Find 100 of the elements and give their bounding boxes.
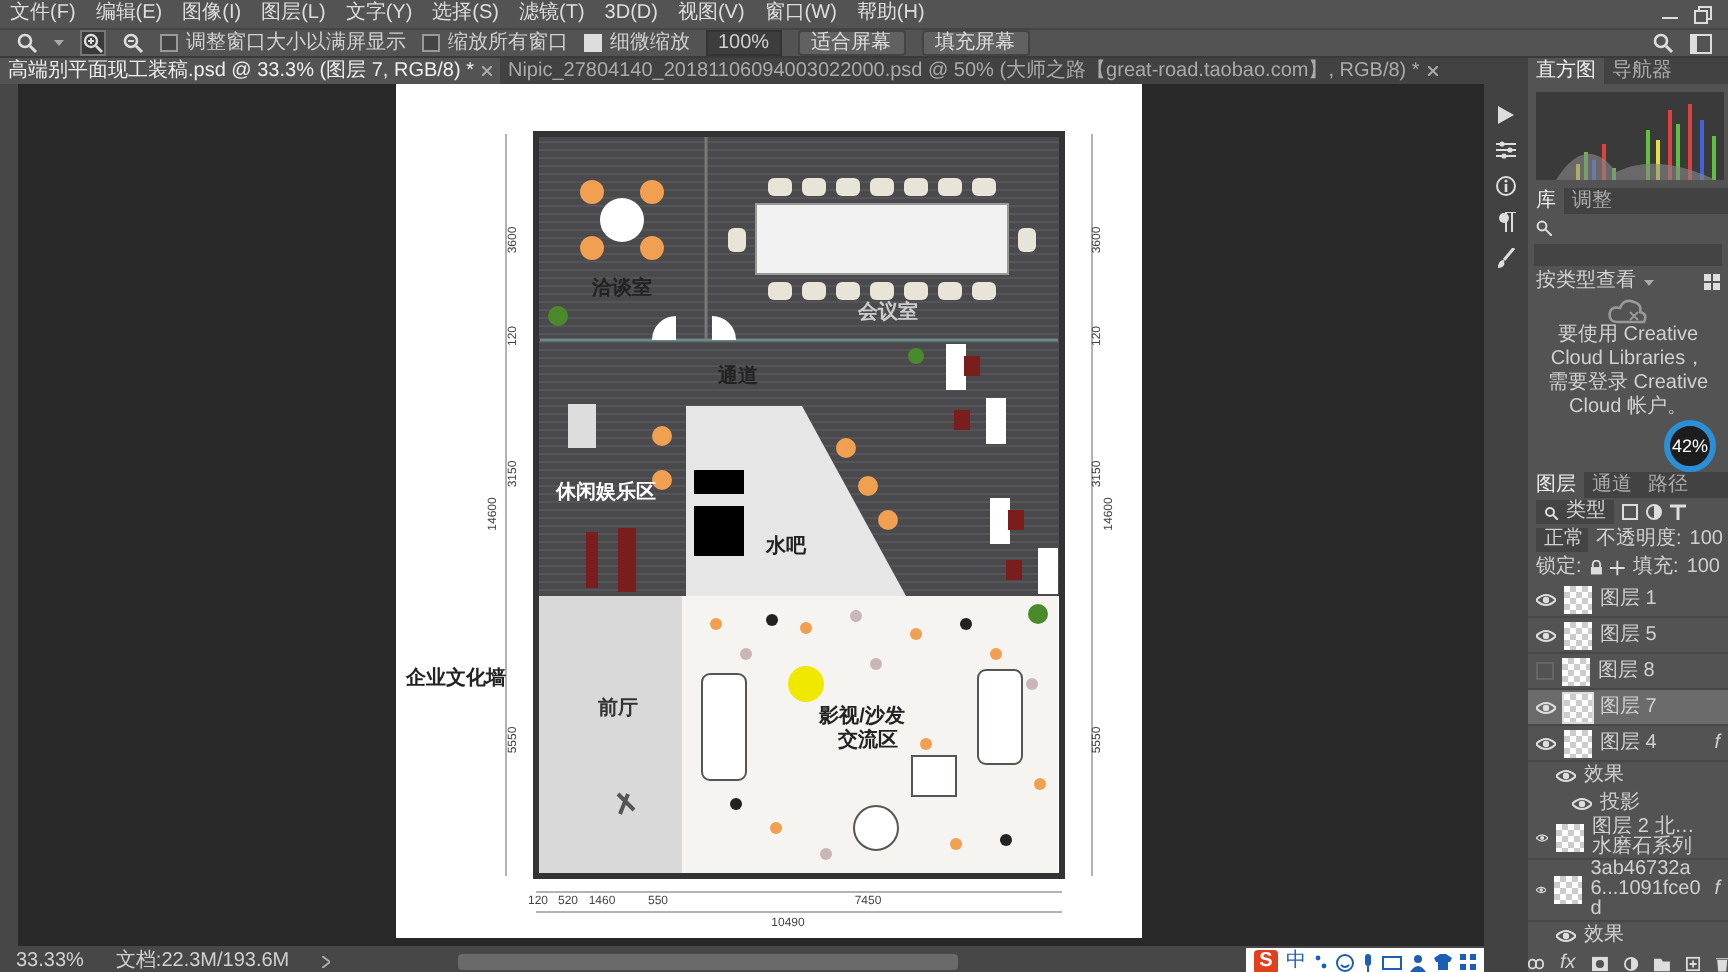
zoom-tool-icon[interactable] [16, 32, 38, 54]
sliders-icon[interactable] [1496, 140, 1516, 160]
trash-icon[interactable] [1715, 956, 1728, 972]
cpu-gauge: 42% [1664, 420, 1716, 472]
room-label: 水吧 [766, 536, 806, 558]
scrollbar-thumb[interactable] [457, 954, 958, 970]
eye-icon[interactable] [1536, 627, 1556, 643]
zoom-out-icon[interactable] [122, 32, 144, 54]
document-tab[interactable]: Nipic_27804140_20181106094003022000.psd @ 50% (大师之路【great-road.taobao.com】, RGB/8) * [499, 58, 1446, 84]
room-label: 前厅 [598, 698, 638, 720]
menu-item[interactable]: 3D(D) [594, 0, 668, 28]
layer-thumbnail [1562, 657, 1590, 685]
punctuation-icon[interactable] [1314, 954, 1328, 970]
microphone-icon[interactable] [1362, 953, 1374, 971]
eye-icon[interactable] [1572, 796, 1592, 812]
paragraph-icon[interactable] [1497, 212, 1515, 232]
person-icon[interactable] [1410, 953, 1426, 971]
link-icon[interactable] [1528, 958, 1544, 970]
opacity-value[interactable]: 100 [1689, 528, 1723, 552]
smile-icon[interactable] [1336, 953, 1354, 971]
menu-item[interactable]: 选择(S) [422, 0, 509, 28]
close-icon[interactable] [481, 66, 492, 76]
ime-logo[interactable]: S [1254, 950, 1278, 972]
option-button[interactable]: 填充屏幕 [921, 30, 1030, 56]
room-label: 通道 [718, 366, 758, 388]
view-label[interactable]: 按类型查看 [1536, 270, 1636, 294]
search-icon[interactable] [1536, 220, 1552, 236]
text-filter-icon[interactable] [1670, 504, 1686, 520]
image-filter-icon[interactable] [1622, 504, 1638, 520]
effects-label: f [1714, 878, 1720, 902]
option-button[interactable]: 适合屏幕 [797, 30, 906, 56]
panel-tab[interactable]: 直方图 [1528, 58, 1604, 84]
checkbox[interactable] [160, 34, 178, 52]
menu-item[interactable]: 视图(V) [667, 0, 755, 28]
effect-row[interactable]: 投影 [1528, 790, 1728, 818]
layer-row[interactable]: 图层 1 [1528, 582, 1728, 618]
eye-icon[interactable] [1556, 928, 1576, 944]
grid-icon[interactable] [1460, 954, 1476, 970]
library-message: 要使用 Creative Cloud Libraries， [1548, 324, 1708, 372]
menu-item[interactable]: 编辑(E) [85, 0, 173, 28]
layer-row[interactable]: 3ab46732a6...1091fce0d f [1528, 860, 1728, 922]
effect-row[interactable]: 效果 [1528, 922, 1728, 950]
blend-mode-dropdown[interactable]: 正常 [1536, 528, 1588, 552]
menu-item[interactable]: 图层(L) [251, 0, 336, 28]
menu-item[interactable]: 图像(I) [172, 0, 252, 28]
layer-row[interactable]: 图层 4 f [1528, 726, 1728, 762]
panel-tab[interactable]: 库 [1528, 188, 1564, 214]
effect-row[interactable]: 效果 [1528, 762, 1728, 790]
lock-icon[interactable] [1589, 560, 1603, 576]
keyboard-icon[interactable] [1382, 955, 1402, 969]
eye-icon[interactable] [1556, 768, 1576, 784]
panel-tab[interactable]: 图层 [1528, 472, 1584, 498]
layer-row[interactable]: 图层 2 北… 水磨石系列 [1528, 818, 1728, 860]
panel-tab[interactable]: 路径 [1640, 472, 1696, 498]
restore-icon[interactable] [1694, 5, 1712, 23]
adjustment-icon[interactable] [1623, 956, 1638, 972]
zoom-field[interactable]: 100% [706, 30, 782, 56]
fill-value[interactable]: 100 [1686, 556, 1720, 580]
grid-view-icon[interactable] [1704, 274, 1720, 290]
eye-icon[interactable] [1536, 882, 1547, 898]
menu-item[interactable]: 文件(F) [0, 0, 86, 28]
document-tab[interactable]: 高端别平面现工装稿.psd @ 33.3% (图层 7, RGB/8) * [0, 58, 500, 84]
eye-icon[interactable] [1536, 699, 1556, 715]
menu-item[interactable]: 帮助(H) [846, 0, 935, 28]
document-size: 文档:22.3M/193.6M [115, 950, 290, 972]
menu-item[interactable]: 滤镜(T) [509, 0, 595, 28]
filter-dropdown[interactable]: 类型 [1536, 500, 1614, 524]
new-layer-icon[interactable] [1685, 956, 1700, 972]
caret-icon[interactable] [1644, 279, 1654, 285]
shirt-icon[interactable] [1434, 954, 1452, 970]
close-icon[interactable] [1427, 66, 1438, 76]
panel-tab[interactable]: 导航器 [1604, 58, 1680, 84]
play-icon[interactable] [1498, 106, 1514, 124]
lock-label: 锁定: [1536, 556, 1582, 580]
eye-icon[interactable] [1536, 591, 1556, 607]
menu-item[interactable]: 窗口(W) [754, 0, 847, 28]
layer-row[interactable]: 图层 5 [1528, 618, 1728, 654]
panel-tab[interactable]: 调整 [1564, 188, 1620, 214]
checkbox-label: 缩放所有窗口 [448, 31, 568, 55]
eye-icon[interactable] [1536, 735, 1556, 751]
ime-language[interactable]: 中 [1286, 950, 1306, 972]
folder-icon[interactable] [1653, 957, 1670, 971]
zoom-in-icon[interactable] [80, 30, 106, 56]
eye-icon[interactable] [1536, 830, 1549, 846]
info-icon[interactable] [1496, 176, 1516, 196]
layer-row[interactable]: 图层 7 [1528, 690, 1728, 726]
panel-tab[interactable]: 通道 [1584, 472, 1640, 498]
menu-item[interactable]: 文字(Y) [335, 0, 423, 28]
fx-button[interactable]: fx [1559, 952, 1576, 972]
layer-thumbnail [1564, 585, 1592, 613]
checkbox-label: 细微缩放 [610, 31, 690, 55]
opacity-label: 不透明度: [1596, 528, 1682, 552]
adjustment-filter-icon[interactable] [1646, 504, 1662, 520]
move-icon[interactable] [1610, 560, 1626, 576]
mask-icon[interactable] [1591, 956, 1608, 972]
search-icon[interactable] [1652, 32, 1674, 54]
caret-icon[interactable] [54, 40, 64, 46]
brush-icon[interactable] [1496, 248, 1516, 268]
workspace-icon[interactable] [1690, 33, 1712, 53]
checkbox[interactable] [422, 34, 440, 52]
